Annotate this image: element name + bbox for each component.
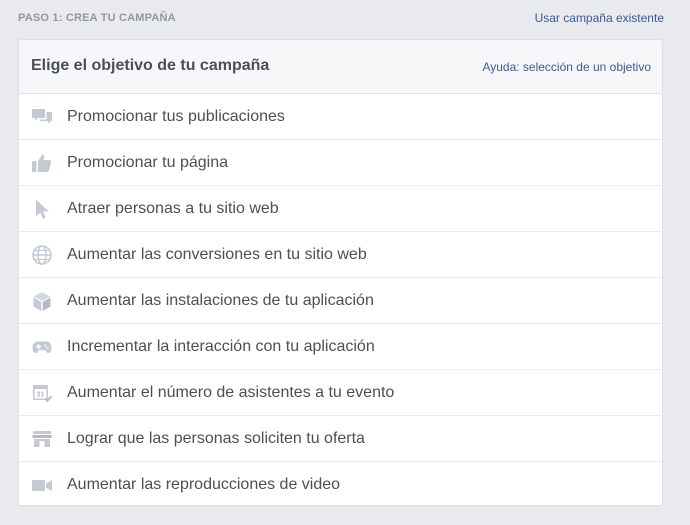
panel-title: Elige el objetivo de tu campaña xyxy=(31,57,270,74)
calendar-icon: 31 xyxy=(31,382,53,404)
objective-label: Aumentar el número de asistentes a tu ev… xyxy=(67,384,395,401)
objective-item-offer-claims[interactable]: Lograr que las personas soliciten tu ofe… xyxy=(19,416,662,462)
cursor-icon xyxy=(31,198,53,220)
step-header: PASO 1: CREA TU CAMPAÑA Usar campaña exi… xyxy=(0,0,690,38)
objective-label: Aumentar las conversiones en tu sitio we… xyxy=(67,246,367,263)
objective-item-event-responses[interactable]: 31 Aumentar el número de asistentes a tu… xyxy=(19,370,662,416)
objective-item-app-installs[interactable]: Aumentar las instalaciones de tu aplicac… xyxy=(19,278,662,324)
objective-label: Atraer personas a tu sitio web xyxy=(67,200,279,217)
objective-label: Aumentar las instalaciones de tu aplicac… xyxy=(67,292,374,309)
gamepad-icon xyxy=(31,336,53,358)
objective-label: Promocionar tu página xyxy=(67,154,228,171)
objective-item-app-engagement[interactable]: Incrementar la interacción con tu aplica… xyxy=(19,324,662,370)
objective-label: Incrementar la interacción con tu aplica… xyxy=(67,338,375,355)
panel-header: Elige el objetivo de tu campaña Ayuda: s… xyxy=(19,40,662,94)
storefront-icon xyxy=(31,428,53,450)
objective-label: Promocionar tus publicaciones xyxy=(67,108,285,125)
help-objective-link[interactable]: Ayuda: selección de un objetivo xyxy=(482,60,651,74)
step-label: PASO 1: CREA TU CAMPAÑA xyxy=(18,12,176,24)
speech-bubbles-icon xyxy=(31,106,53,128)
objective-item-website-conversions[interactable]: Aumentar las conversiones en tu sitio we… xyxy=(19,232,662,278)
thumbs-up-icon xyxy=(31,152,53,174)
objective-panel: Elige el objetivo de tu campaña Ayuda: s… xyxy=(18,39,663,506)
video-camera-icon xyxy=(31,474,53,496)
objective-item-website-clicks[interactable]: Atraer personas a tu sitio web xyxy=(19,186,662,232)
objective-label: Aumentar las reproducciones de video xyxy=(67,476,341,493)
calendar-icon-date: 31 xyxy=(37,392,45,399)
objective-item-promote-page[interactable]: Promocionar tu página xyxy=(19,140,662,186)
globe-icon xyxy=(31,244,53,266)
objective-label: Lograr que las personas soliciten tu ofe… xyxy=(67,430,365,447)
objective-item-video-views[interactable]: Aumentar las reproducciones de video xyxy=(19,462,662,505)
objective-item-boost-posts[interactable]: Promocionar tus publicaciones xyxy=(19,94,662,140)
use-existing-campaign-link[interactable]: Usar campaña existente xyxy=(535,11,664,25)
objective-list: Promocionar tus publicaciones Promociona… xyxy=(19,94,662,505)
box-icon xyxy=(31,290,53,312)
